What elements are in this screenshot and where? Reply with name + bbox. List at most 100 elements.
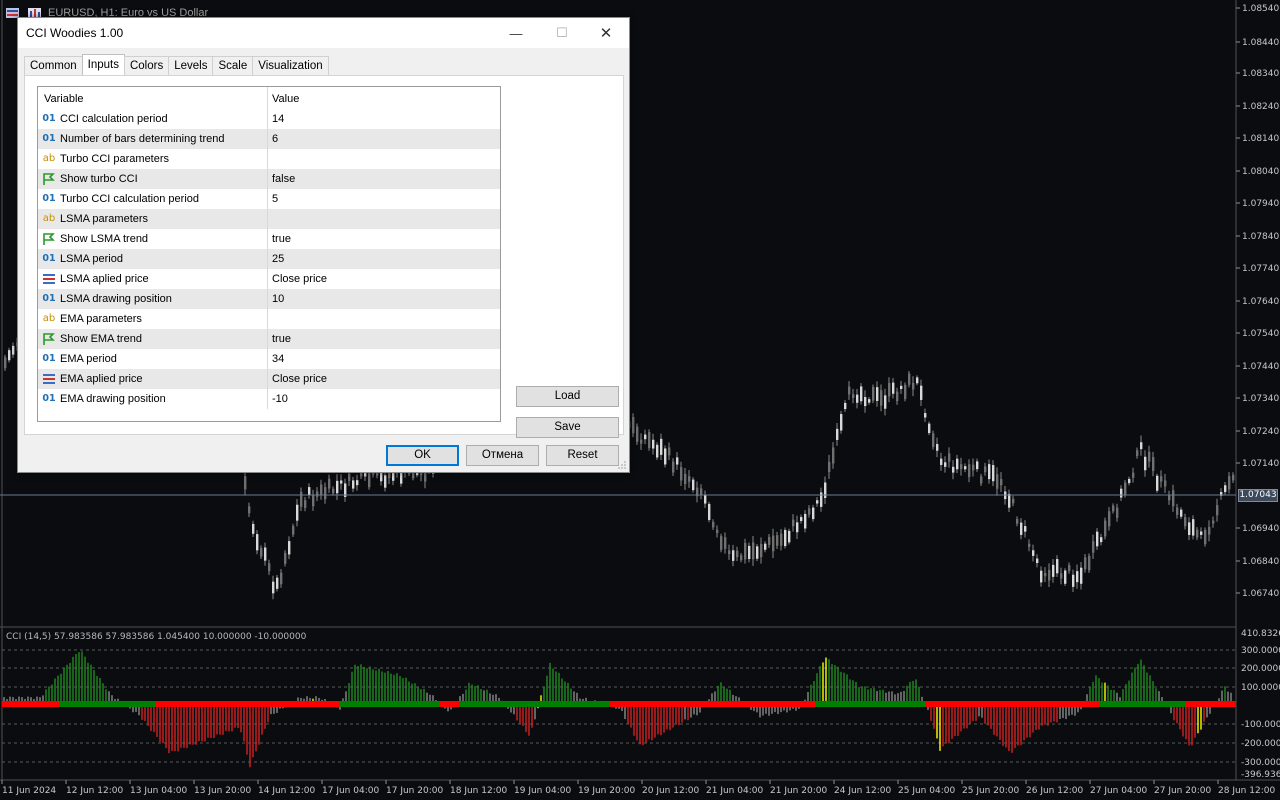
time-axis-label: 18 Jun 12:00 <box>450 786 507 796</box>
table-row[interactable]: LSMA aplied price Close price <box>38 269 500 289</box>
candle-body <box>300 491 303 507</box>
table-row[interactable]: Show LSMA trend true <box>38 229 500 249</box>
candle-body <box>736 550 739 558</box>
candle-body <box>4 357 7 369</box>
tab-colors[interactable]: Colors <box>123 56 170 76</box>
table-row[interactable]: ab EMA parameters <box>38 309 500 329</box>
candle-body <box>800 517 803 521</box>
candle-body <box>772 535 775 552</box>
trend-segment <box>925 701 1100 707</box>
candle-body <box>876 387 879 401</box>
candle-body <box>304 500 307 509</box>
candle-body <box>808 508 811 515</box>
boolean-type-icon <box>42 172 56 186</box>
time-axis-label: 25 Jun 20:00 <box>962 786 1019 796</box>
candle-body <box>792 519 795 527</box>
candle-body <box>1124 482 1127 495</box>
tab-common[interactable]: Common <box>24 56 83 76</box>
candle-body <box>648 432 651 448</box>
parameter-name: LSMA parameters <box>60 213 149 225</box>
ok-button[interactable]: OK <box>386 445 459 466</box>
candle-body <box>1112 505 1115 512</box>
parameter-value[interactable]: Close price <box>272 373 327 385</box>
table-row[interactable]: Show EMA trend true <box>38 329 500 349</box>
string-type-icon: ab <box>42 213 56 224</box>
table-row[interactable]: ab Turbo CCI parameters <box>38 149 500 169</box>
candle-body <box>888 383 891 397</box>
time-axis-label: 26 Jun 12:00 <box>1026 786 1083 796</box>
candle-body <box>1048 569 1051 581</box>
table-row[interactable]: 01 LSMA drawing position 10 <box>38 289 500 309</box>
candle-body <box>776 535 779 546</box>
candle-body <box>900 385 903 390</box>
parameter-value[interactable]: 6 <box>272 133 278 145</box>
table-row[interactable]: 01 EMA drawing position -10 <box>38 389 500 409</box>
parameter-value[interactable]: true <box>272 233 291 245</box>
candle-body <box>652 439 655 449</box>
integer-type-icon: 01 <box>42 113 56 124</box>
tab-levels[interactable]: Levels <box>168 56 214 76</box>
candle-body <box>316 491 319 497</box>
maximize-button[interactable]: ☐ <box>539 18 585 48</box>
table-header: Variable Value <box>38 87 500 109</box>
cancel-button[interactable]: Отмена <box>466 445 539 466</box>
dialog-titlebar[interactable]: CCI Woodies 1.00 — ☐ ✕ <box>18 18 629 48</box>
tab-visualization[interactable]: Visualization <box>252 56 329 76</box>
candle-body <box>256 534 259 551</box>
integer-type-icon: 01 <box>42 253 56 264</box>
table-row[interactable]: 01 Number of bars determining trend 6 <box>38 129 500 149</box>
candle-body <box>1172 490 1175 507</box>
integer-type-icon: 01 <box>42 393 56 404</box>
candle-body <box>892 382 895 394</box>
candle-body <box>1032 550 1035 556</box>
parameter-name: LSMA period <box>60 253 123 265</box>
reset-button[interactable]: Reset <box>546 445 619 466</box>
parameter-value[interactable]: 10 <box>272 293 284 305</box>
table-row[interactable]: EMA aplied price Close price <box>38 369 500 389</box>
minimize-button[interactable]: — <box>493 18 539 48</box>
candle-body <box>748 545 751 560</box>
candle-body <box>964 466 967 470</box>
candle-body <box>796 522 799 533</box>
candle-body <box>880 390 883 406</box>
candle-body <box>288 541 291 555</box>
parameter-value[interactable]: 5 <box>272 193 278 205</box>
candle-body <box>1212 520 1215 524</box>
table-row[interactable]: 01 EMA period 34 <box>38 349 500 369</box>
candle-body <box>960 464 963 470</box>
tab-inputs[interactable]: Inputs <box>81 54 125 76</box>
table-row[interactable]: Show turbo CCI false <box>38 169 500 189</box>
parameter-value[interactable]: 25 <box>272 253 284 265</box>
candle-body <box>1232 474 1235 481</box>
parameter-value[interactable]: 14 <box>272 113 284 125</box>
string-type-icon: ab <box>42 153 56 164</box>
integer-type-icon: 01 <box>42 133 56 144</box>
tab-scale[interactable]: Scale <box>212 56 254 76</box>
parameter-value[interactable]: false <box>272 173 295 185</box>
candle-body <box>1228 476 1231 490</box>
table-row[interactable]: 01 CCI calculation period 14 <box>38 109 500 129</box>
inputs-table: Variable Value 01 CCI calculation period 1… <box>37 86 501 422</box>
table-row[interactable]: 01 Turbo CCI calculation period 5 <box>38 189 500 209</box>
load-button[interactable]: Load <box>516 386 619 407</box>
close-button[interactable]: ✕ <box>583 18 629 48</box>
candle-body <box>872 387 875 401</box>
parameter-value[interactable]: -10 <box>272 393 288 405</box>
candle-body <box>752 542 755 560</box>
candle-body <box>676 457 679 465</box>
candle-body <box>1056 559 1059 574</box>
parameter-value[interactable]: Close price <box>272 273 327 285</box>
boolean-type-icon <box>42 332 56 346</box>
parameter-value[interactable]: true <box>272 333 291 345</box>
parameter-value[interactable]: 34 <box>272 353 284 365</box>
save-button[interactable]: Save <box>516 417 619 438</box>
table-row[interactable]: 01 LSMA period 25 <box>38 249 500 269</box>
time-axis-label: 11 Jun 2024 <box>2 786 56 796</box>
resize-grip-icon[interactable] <box>617 460 627 470</box>
candle-body <box>944 462 947 467</box>
table-row[interactable]: ab LSMA parameters <box>38 209 500 229</box>
candle-body <box>632 417 635 434</box>
cci-axis-label: 410.8326 <box>1241 629 1280 639</box>
cci-axis-label: 300.0000 <box>1241 646 1280 656</box>
candle-body <box>1044 572 1047 577</box>
